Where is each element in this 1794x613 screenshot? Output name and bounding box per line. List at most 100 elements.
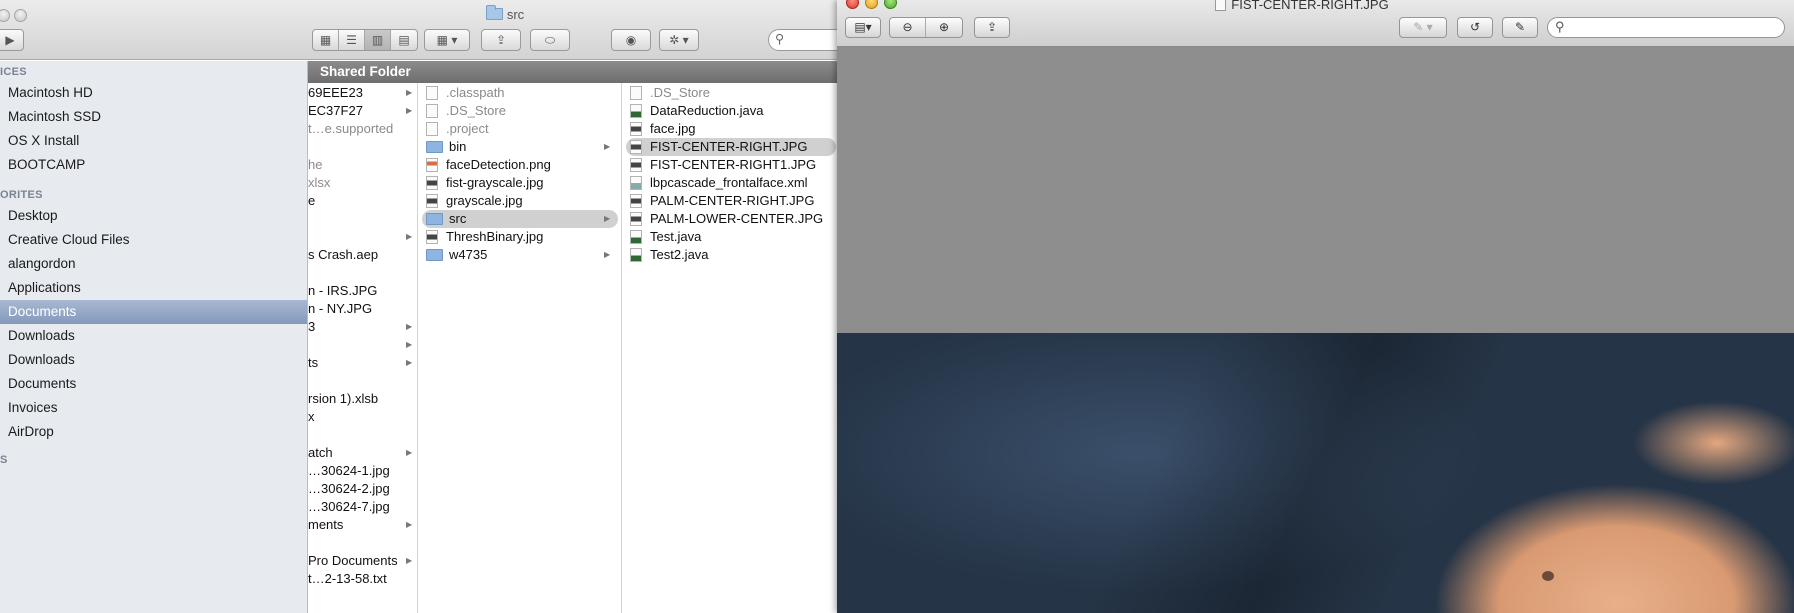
file-item[interactable]: Test.java <box>626 228 836 246</box>
icon-view-icon[interactable]: ▦ <box>313 30 339 50</box>
sidebar-item-documents[interactable]: Documents <box>0 300 307 324</box>
file-item[interactable]: lbpcascade_frontalface.xml <box>626 174 836 192</box>
list-item[interactable] <box>308 534 417 552</box>
search-icon: ⚲ <box>775 32 785 46</box>
sidebar-item-downloads[interactable]: Downloads <box>0 324 307 348</box>
list-item[interactable]: xlsx <box>308 174 417 192</box>
arrange-button[interactable]: ▦ ▾ <box>424 29 470 51</box>
zoom-in-icon[interactable]: ⊕ <box>926 18 962 37</box>
tag-icon: ⬭ <box>544 33 556 47</box>
list-item[interactable]: ▶ <box>308 336 417 354</box>
list-item[interactable]: 69EEE23 ▶ <box>308 84 417 102</box>
sidebar-item-macintosh-hd[interactable]: Macintosh HD <box>0 81 307 105</box>
finder-column-3: .DS_Store DataReduction.java face.jpg FIST-… <box>622 83 840 613</box>
sidebar-item-macintosh-ssd[interactable]: Macintosh SSD <box>0 105 307 129</box>
file-item[interactable]: face.jpg <box>626 120 836 138</box>
share-button[interactable]: ⇪ <box>481 29 521 51</box>
file-item[interactable]: faceDetection.png <box>422 156 618 174</box>
column-view-icon[interactable]: ▥ <box>365 30 391 50</box>
share-button[interactable]: ⇪ <box>974 17 1010 38</box>
file-item[interactable]: Test2.java <box>626 246 836 264</box>
column-header: Shared Folder <box>308 61 840 83</box>
file-item[interactable]: PALM-LOWER-CENTER.JPG <box>626 210 836 228</box>
list-item[interactable]: n - IRS.JPG <box>308 282 417 300</box>
file-item[interactable]: .DS_Store <box>626 84 836 102</box>
disclosure-arrow-icon: ▶ <box>406 340 413 349</box>
sidebar-item-applications[interactable]: Applications <box>0 276 307 300</box>
action-button[interactable]: ✲ ▾ <box>659 29 699 51</box>
sidebar-item-invoices[interactable]: Invoices <box>0 396 307 420</box>
edit-button[interactable]: ✎ <box>1502 17 1538 38</box>
list-item[interactable]: t…e.supported <box>308 120 417 138</box>
list-item[interactable] <box>308 426 417 444</box>
list-item[interactable]: n - NY.JPG <box>308 300 417 318</box>
quicklook-button[interactable]: ◉ <box>611 29 651 51</box>
sidebar-toggle-button[interactable]: ▤▾ <box>845 17 881 38</box>
finder-window: src ▶ ▦ ☰ ▥ ▤ ▦ ▾ ⇪ ⬭ ◉ ✲ ▾ ⚲ ICES Macin… <box>0 0 840 613</box>
back-button[interactable]: ▶ <box>0 29 24 51</box>
annotate-button[interactable]: ✎ ▾ <box>1399 17 1447 38</box>
list-item[interactable]: he <box>308 156 417 174</box>
list-item[interactable]: EC37F27 ▶ <box>308 102 417 120</box>
tag-button[interactable]: ⬭ <box>530 29 570 51</box>
file-icon <box>630 194 642 208</box>
sidebar-item-downloads-2[interactable]: Downloads <box>0 348 307 372</box>
finder-sidebar: ICES Macintosh HD Macintosh SSD OS X Ins… <box>0 61 308 613</box>
list-item[interactable] <box>308 264 417 282</box>
zoom-out-icon[interactable]: ⊖ <box>890 18 926 37</box>
list-view-icon[interactable]: ☰ <box>339 30 365 50</box>
preview-toolbar: FIST-CENTER-RIGHT.JPG ▤▾ ⊖ ⊕ ⇪ ✎ ▾ ↺ ✎ ⚲ <box>837 0 1794 47</box>
list-item[interactable]: …30624-1.jpg <box>308 462 417 480</box>
file-icon <box>630 140 642 154</box>
file-icon <box>426 194 438 208</box>
file-item[interactable]: src ▶ <box>422 210 618 228</box>
file-item[interactable]: .project <box>422 120 618 138</box>
list-item[interactable] <box>308 372 417 390</box>
list-item[interactable]: ments ▶ <box>308 516 417 534</box>
list-item[interactable]: 3 ▶ <box>308 318 417 336</box>
document-icon <box>1215 0 1227 11</box>
list-item[interactable]: rsion 1).xlsb <box>308 390 417 408</box>
list-item-label: n - IRS.JPG <box>308 283 378 298</box>
file-item[interactable]: FIST-CENTER-RIGHT1.JPG <box>626 156 836 174</box>
file-item[interactable]: .DS_Store <box>422 102 618 120</box>
sidebar-item-desktop[interactable]: Desktop <box>0 204 307 228</box>
sidebar-item-documents-2[interactable]: Documents <box>0 372 307 396</box>
list-item[interactable]: atch ▶ <box>308 444 417 462</box>
file-item[interactable]: PALM-CENTER-RIGHT.JPG <box>626 192 836 210</box>
list-item[interactable]: Pro Documents ▶ <box>308 552 417 570</box>
file-item[interactable]: fist-grayscale.jpg <box>422 174 618 192</box>
list-item[interactable]: ▶ <box>308 228 417 246</box>
rotate-button[interactable]: ↺ <box>1457 17 1493 38</box>
file-item[interactable]: grayscale.jpg <box>422 192 618 210</box>
file-item[interactable]: ThreshBinary.jpg <box>422 228 618 246</box>
file-item[interactable]: DataReduction.java <box>626 102 836 120</box>
preview-search-field[interactable]: ⚲ <box>1547 17 1785 38</box>
file-name: PALM-CENTER-RIGHT.JPG <box>650 193 815 208</box>
list-item[interactable]: s Crash.aep <box>308 246 417 264</box>
sidebar-item-creative-cloud[interactable]: Creative Cloud Files <box>0 228 307 252</box>
sidebar-item-home[interactable]: alangordon <box>0 252 307 276</box>
sidebar-item-airdrop[interactable]: AirDrop <box>0 420 307 444</box>
list-item[interactable]: …30624-7.jpg <box>308 498 417 516</box>
folder-icon <box>426 249 443 261</box>
list-item[interactable]: x <box>308 408 417 426</box>
sidebar-item-osx-install[interactable]: OS X Install <box>0 129 307 153</box>
list-item-label: x <box>308 409 315 424</box>
file-item[interactable]: .classpath <box>422 84 618 102</box>
list-item[interactable]: …30624-2.jpg <box>308 480 417 498</box>
file-icon <box>630 212 642 226</box>
file-item[interactable]: bin ▶ <box>422 138 618 156</box>
list-item[interactable]: e <box>308 192 417 210</box>
list-item[interactable]: ts ▶ <box>308 354 417 372</box>
sidebar-item-bootcamp[interactable]: BOOTCAMP <box>0 153 307 177</box>
finder-search-field[interactable]: ⚲ <box>768 29 840 51</box>
coverflow-view-icon[interactable]: ▤ <box>391 30 417 50</box>
file-item[interactable]: FIST-CENTER-RIGHT.JPG <box>626 138 836 156</box>
preview-title: FIST-CENTER-RIGHT.JPG <box>837 0 1767 12</box>
list-item[interactable] <box>308 138 417 156</box>
list-item[interactable]: t…2-13-58.txt <box>308 570 417 588</box>
file-icon <box>630 230 642 244</box>
list-item[interactable] <box>308 210 417 228</box>
file-item[interactable]: w4735 ▶ <box>422 246 618 264</box>
